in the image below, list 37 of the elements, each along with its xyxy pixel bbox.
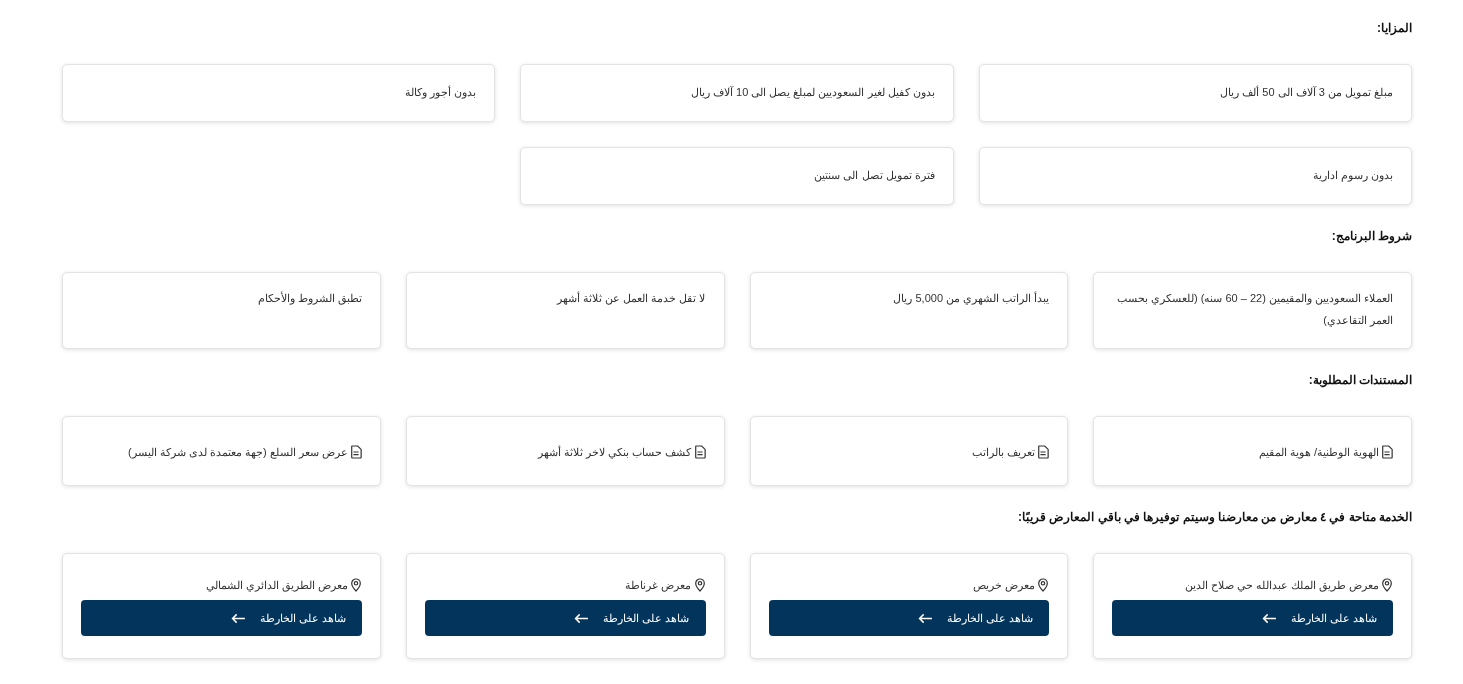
document-icon	[1381, 445, 1393, 459]
card-text: بدون رسوم ادارية	[1312, 169, 1393, 181]
location-pin-icon	[1381, 578, 1393, 592]
arrow-left-icon	[230, 612, 246, 624]
location-pin-icon	[693, 578, 706, 592]
document-icon	[693, 445, 706, 459]
document-text: تعريف بالراتب	[972, 445, 1036, 461]
view-on-map-button[interactable]: شاهد على الخارطة	[81, 600, 362, 636]
section-title: شروط البرنامج:	[1330, 228, 1412, 246]
arrow-left-icon	[918, 612, 934, 624]
location-pin-icon	[1037, 578, 1050, 592]
document-icon	[1037, 445, 1050, 459]
card-text: يبدأ الراتب الشهري من 5,000 ريال	[893, 292, 1050, 304]
card-text: العملاء السعوديين والمقيمين (22 – 60 سنه) (للعسكري بحسب العمر التقاعدي)	[1116, 292, 1393, 326]
showroom-name: معرض خريص	[973, 578, 1036, 594]
card-text: لا تقل خدمة العمل عن ثلاثة أشهر	[557, 292, 706, 304]
showroom-name: معرض غرناطة	[625, 578, 692, 594]
showroom-name: معرض طريق الملك عبدالله حي صلاح الدين	[1184, 578, 1379, 594]
card-text: تطبق الشروط والأحكام	[257, 292, 362, 304]
arrow-left-icon	[574, 612, 590, 624]
card-text: بدون كفيل لغير السعوديين لمبلغ يصل الى 10 آلاف ريال	[690, 86, 935, 98]
arrow-left-icon	[1261, 612, 1277, 624]
showroom-name: معرض الطريق الدائري الشمالي	[205, 578, 348, 594]
location-pin-icon	[349, 578, 362, 592]
document-text: كشف حساب بنكي لاخر ثلاثة أشهر	[538, 444, 692, 461]
section-title: الخدمة متاحة في ٤ معارض من معارضنا وسيتم توفيرها في باقي المعارض قريبًا:	[1016, 509, 1412, 527]
view-on-map-button[interactable]: شاهد على الخارطة	[1112, 600, 1393, 636]
card-text: بدون أجور وكالة	[405, 86, 477, 98]
view-on-map-button[interactable]: شاهد على الخارطة	[768, 600, 1050, 636]
document-text: عرض سعر السلع (جهة معتمدة لدى شركة اليسر)	[128, 445, 348, 461]
card-text: فترة تمويل تصل الى سنتين	[814, 169, 935, 181]
section-title: المستندات المطلوبة:	[1307, 372, 1412, 390]
card-text: مبلغ تمويل من 3 آلاف الى 50 ألف ريال	[1220, 86, 1393, 98]
section-title: المزايا:	[1376, 20, 1412, 38]
document-text: الهوية الوطنية/ هوية المقيم	[1258, 445, 1379, 461]
view-on-map-button[interactable]: شاهد على الخارطة	[424, 600, 706, 636]
document-icon	[349, 445, 362, 459]
